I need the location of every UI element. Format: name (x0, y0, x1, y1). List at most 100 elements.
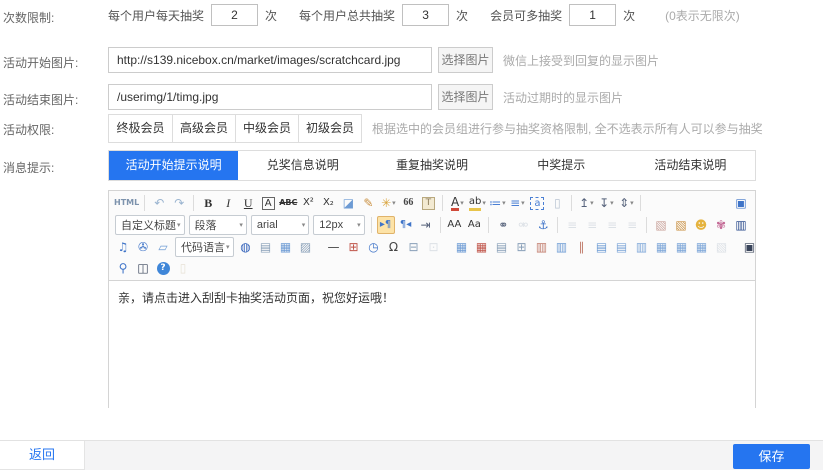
indent-first-line-icon[interactable]: ↥▾ (577, 194, 595, 212)
start-image-input[interactable] (108, 47, 432, 73)
paragraph-select[interactable]: 段落▾ (189, 215, 247, 235)
subscript-icon[interactable]: X₂ (319, 194, 337, 212)
bordered-text-icon[interactable]: A (259, 194, 277, 212)
paragraph-spacing-icon[interactable]: ↧▾ (597, 194, 615, 212)
map-icon[interactable]: ▱ (154, 238, 172, 256)
paste-plain-text-icon[interactable]: T (419, 194, 437, 212)
print-icon[interactable]: ▣ (741, 238, 759, 256)
horizontal-rule-icon-glyph: — (328, 238, 340, 256)
uppercase-icon[interactable]: AA (445, 216, 463, 234)
eraser-icon[interactable]: ◪ (339, 194, 357, 212)
total-input[interactable] (402, 4, 449, 26)
time-icon[interactable]: ◷ (365, 238, 383, 256)
undo-icon[interactable]: ↶ (150, 194, 168, 212)
preview-icon[interactable]: ⚲ (114, 259, 132, 277)
highlight-color-icon[interactable]: ab▾ (468, 194, 486, 212)
table-caption-icon[interactable]: ▤ (493, 238, 511, 256)
table-align-center-icon[interactable]: ▦ (673, 238, 691, 256)
lowercase-icon[interactable]: Aa (465, 216, 483, 234)
back-button[interactable]: 返回 (0, 441, 85, 470)
tab-redeem-info[interactable]: 兑奖信息说明 (238, 151, 367, 180)
italic-icon[interactable]: I (219, 194, 237, 212)
ordered-list-icon[interactable]: ≔▾ (488, 194, 506, 212)
table-full-width-icon[interactable]: ▦ (693, 238, 711, 256)
music-icon[interactable]: ♫ (114, 238, 132, 256)
anchor-icon-glyph: ⚓ (538, 216, 549, 234)
fullscreen-icon[interactable]: ▣ (732, 194, 750, 212)
line-height-icon[interactable]: ⇕▾ (617, 194, 635, 212)
insert-col-icon[interactable]: ▥ (553, 238, 571, 256)
tab-repeat-draw[interactable]: 重复抽奖说明 (367, 151, 496, 180)
group-button-senior[interactable]: 高级会员 (172, 115, 235, 142)
member-extra-input[interactable] (569, 4, 616, 26)
special-char-icon[interactable]: Ω (385, 238, 403, 256)
chevron-down-icon: ▾ (177, 221, 181, 229)
template-icon[interactable]: ▦ (277, 238, 295, 256)
tab-win-tip[interactable]: 中奖提示 (497, 151, 626, 180)
start-image-hint: 微信上接受到回复的显示图片 (503, 52, 659, 69)
format-brush-icon[interactable]: ✎ (359, 194, 377, 212)
chevron-down-icon: ▾ (392, 199, 396, 207)
link-icon[interactable]: ⚭ (494, 216, 512, 234)
split-cells-icon[interactable]: ∥ (573, 238, 591, 256)
insert-image-icon[interactable]: ▧ (672, 216, 690, 234)
bold-icon[interactable]: B (199, 194, 217, 212)
chevron-down-icon: ▾ (610, 199, 614, 207)
superscript-icon[interactable]: X² (299, 194, 317, 212)
toolbar-separator (193, 195, 194, 211)
custom-title-select[interactable]: 自定义标题▾ (115, 215, 185, 235)
total-label: 每个用户总共抽奖 (299, 7, 395, 24)
date-icon[interactable]: ⊞ (345, 238, 363, 256)
insert-code-icon[interactable]: ◍ (237, 238, 255, 256)
dir-rtl-icon[interactable]: ¶◂ (397, 216, 415, 234)
start-image-pick-button[interactable]: 选择图片 (438, 47, 493, 73)
delete-col-icon[interactable]: ▥ (633, 238, 651, 256)
save-button[interactable]: 保存 (733, 444, 810, 469)
tab-activity-end[interactable]: 活动结束说明 (626, 151, 755, 180)
underline-icon[interactable]: U (239, 194, 257, 212)
start-image-row: 选择图片 微信上接受到回复的显示图片 (108, 47, 659, 73)
insert-table-icon-glyph: ▦ (456, 238, 467, 256)
insert-table-icon[interactable]: ▦ (453, 238, 471, 256)
horizontal-rule-icon[interactable]: — (325, 238, 343, 256)
anchor-icon[interactable]: ⚓ (534, 216, 552, 234)
emoji-icon[interactable]: ☻ (692, 216, 710, 234)
cleardoc-icon[interactable]: ▤ (257, 238, 275, 256)
editor-content[interactable]: 亲，请点击进入刮刮卡抽奖活动页面，祝您好运哦！ (109, 281, 755, 408)
auto-typeset-icon[interactable]: ✳▾ (379, 194, 397, 212)
group-button-junior[interactable]: 初级会员 (298, 115, 361, 142)
source-code-icon[interactable]: HTML (114, 194, 139, 212)
insert-row-icon[interactable]: ▤ (593, 238, 611, 256)
image-icon[interactable]: ▧ (652, 216, 670, 234)
table-align-left-icon[interactable]: ▦ (653, 238, 671, 256)
font-family-select[interactable]: arial▾ (251, 215, 309, 235)
blockquote-icon[interactable]: 66 (399, 194, 417, 212)
video-icon[interactable]: ▥ (732, 216, 750, 234)
delete-row-icon[interactable]: ▤ (613, 238, 631, 256)
help-icon[interactable]: ? (154, 259, 172, 277)
table-title-icon[interactable]: ⊞ (513, 238, 531, 256)
per-day-input[interactable] (211, 4, 258, 26)
delete-table-icon[interactable]: ▦ (473, 238, 491, 256)
anchor-text-icon[interactable]: a (528, 194, 546, 212)
dir-ltr-icon[interactable]: ▸¶ (377, 216, 395, 234)
group-button-ultimate[interactable]: 终极会员 (109, 115, 172, 142)
attachment-icon[interactable]: ✇ (134, 238, 152, 256)
merge-cells-icon[interactable]: ▥ (533, 238, 551, 256)
font-size-select[interactable]: 12px▾ (313, 215, 364, 235)
new-page-icon[interactable]: ▯ (548, 194, 566, 212)
tab-activity-start-tip[interactable]: 活动开始提示说明 (109, 151, 238, 180)
find-replace-icon[interactable]: ◫ (134, 259, 152, 277)
end-image-input[interactable] (108, 84, 432, 110)
end-image-pick-button[interactable]: 选择图片 (438, 84, 493, 110)
indent-icon[interactable]: ⇥ (417, 216, 435, 234)
strikethrough-icon[interactable]: ABC (279, 194, 297, 212)
group-button-middle[interactable]: 中级会员 (235, 115, 298, 142)
scrawl-icon[interactable]: ✾ (712, 216, 730, 234)
code-language-select[interactable]: 代码语言▾ (175, 237, 234, 257)
page-break-icon[interactable]: ⊟ (405, 238, 423, 256)
font-color-icon[interactable]: A▾ (448, 194, 466, 212)
redo-icon[interactable]: ↷ (170, 194, 188, 212)
unordered-list-icon[interactable]: ≡▾ (508, 194, 526, 212)
background-icon[interactable]: ▨ (297, 238, 315, 256)
